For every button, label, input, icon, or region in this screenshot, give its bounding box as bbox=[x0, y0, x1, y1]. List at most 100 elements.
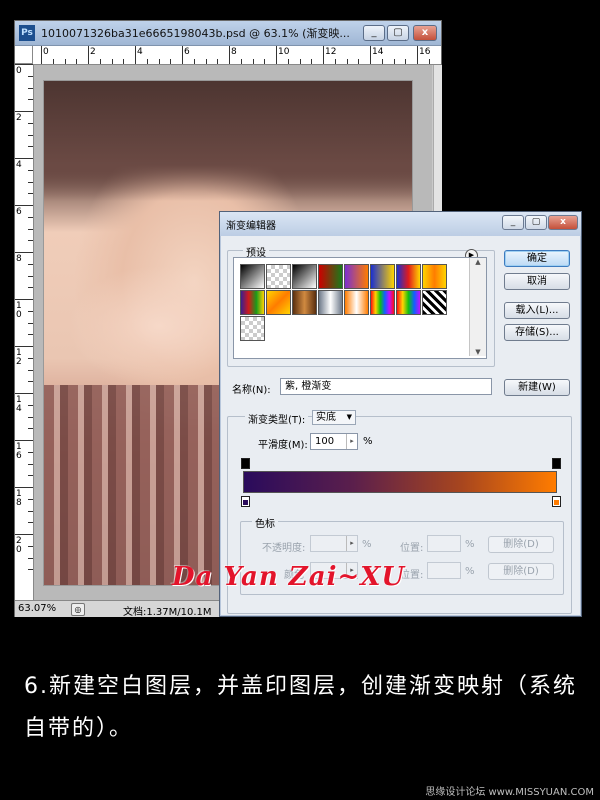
opacity-stop-left[interactable] bbox=[241, 458, 250, 469]
ruler-minor-tick bbox=[76, 59, 78, 64]
ruler-minor-tick bbox=[334, 59, 336, 64]
color-stop-right[interactable] bbox=[552, 496, 561, 507]
ruler-tick bbox=[15, 346, 33, 347]
delete-opacity-stop-button[interactable]: 删除(D) bbox=[488, 536, 554, 553]
opacity-input[interactable]: ▸ bbox=[310, 535, 358, 552]
ruler-minor-tick bbox=[28, 322, 33, 324]
ruler-tick-label: 4 bbox=[137, 47, 143, 57]
preset-swatch[interactable] bbox=[240, 316, 265, 341]
ruler-tick-label: 14 bbox=[372, 47, 384, 57]
ruler-minor-tick bbox=[28, 99, 33, 101]
preset-swatch[interactable] bbox=[344, 290, 369, 315]
ruler-minor-tick bbox=[252, 59, 254, 64]
ruler-minor-tick bbox=[28, 193, 33, 195]
preset-swatch[interactable] bbox=[318, 264, 343, 289]
ruler-tick-label: 6 bbox=[184, 47, 190, 57]
maximize-icon[interactable]: ▢ bbox=[525, 215, 547, 230]
document-titlebar[interactable]: Ps 1010071326ba31e6665198043b.psd @ 63.1… bbox=[15, 21, 441, 46]
close-icon[interactable]: x bbox=[413, 25, 437, 41]
ruler-tick bbox=[15, 158, 33, 159]
preset-swatch[interactable] bbox=[240, 290, 265, 315]
ruler-minor-tick bbox=[146, 59, 148, 64]
save-button[interactable]: 存储(S)... bbox=[504, 324, 570, 341]
ruler-minor-tick bbox=[28, 287, 33, 289]
ruler-tick-label: 10 bbox=[16, 301, 22, 320]
ruler-tick bbox=[229, 46, 230, 64]
preset-swatch[interactable] bbox=[344, 264, 369, 289]
preset-swatch[interactable] bbox=[396, 290, 421, 315]
ok-button[interactable]: 确定 bbox=[504, 250, 570, 267]
ruler-minor-tick bbox=[170, 59, 172, 64]
smoothness-input[interactable]: 100 ▸ bbox=[310, 433, 358, 450]
ruler-minor-tick bbox=[299, 59, 301, 64]
close-icon[interactable]: x bbox=[548, 215, 578, 230]
dialog-titlebar[interactable]: 渐变编辑器 _ ▢ x bbox=[220, 212, 581, 236]
ruler-tick-label: 10 bbox=[278, 47, 290, 57]
ruler-minor-tick bbox=[158, 59, 160, 64]
ruler-tick bbox=[41, 46, 42, 64]
preset-swatch[interactable] bbox=[422, 290, 447, 315]
color-stop-left[interactable] bbox=[241, 496, 250, 507]
opacity-location-input[interactable] bbox=[427, 535, 461, 552]
preset-scrollbar[interactable]: ▲ ▼ bbox=[469, 258, 486, 356]
maximize-icon[interactable]: ▢ bbox=[387, 25, 409, 41]
cancel-button[interactable]: 取消 bbox=[504, 273, 570, 290]
ruler-tick bbox=[15, 299, 33, 300]
ruler-tick-label: 14 bbox=[16, 395, 22, 414]
ruler-tick bbox=[323, 46, 324, 64]
load-button[interactable]: 载入(L)... bbox=[504, 302, 570, 319]
chevron-down-icon: ▼ bbox=[346, 413, 352, 421]
ruler-minor-tick bbox=[28, 381, 33, 383]
ruler-minor-tick bbox=[28, 146, 33, 148]
minimize-icon[interactable]: _ bbox=[502, 215, 524, 230]
vertical-ruler[interactable]: 0 2 4 6 8 10 12 14 16 18 20 bbox=[15, 64, 34, 601]
ruler-minor-tick bbox=[28, 334, 33, 336]
ruler-minor-tick bbox=[405, 59, 407, 64]
ruler-minor-tick bbox=[28, 404, 33, 406]
gradient-name-input[interactable]: 紫, 橙渐变 bbox=[280, 378, 492, 395]
gradient-type-select[interactable]: 实底 ▼ bbox=[312, 410, 356, 425]
ruler-minor-tick bbox=[193, 59, 195, 64]
ruler-tick-label: 20 bbox=[16, 536, 22, 555]
ruler-tick-label: 12 bbox=[325, 47, 337, 57]
status-menu-icon[interactable]: ◎ bbox=[71, 603, 85, 616]
ruler-tick-label: 16 bbox=[419, 47, 431, 57]
ruler-tick-label: 18 bbox=[16, 489, 22, 508]
minimize-icon[interactable]: _ bbox=[363, 25, 385, 41]
ruler-minor-tick bbox=[287, 59, 289, 64]
ruler-tick bbox=[182, 46, 183, 64]
name-label: 名称(N): bbox=[232, 385, 271, 396]
opacity-location-label: 位置: bbox=[400, 543, 424, 554]
ruler-minor-tick bbox=[264, 59, 266, 64]
ruler-minor-tick bbox=[28, 263, 33, 265]
horizontal-ruler[interactable]: 0 2 4 6 8 10 12 14 16 bbox=[33, 46, 441, 65]
chevron-right-icon[interactable]: ▸ bbox=[346, 536, 357, 551]
preset-swatch[interactable] bbox=[422, 264, 447, 289]
preset-swatch[interactable] bbox=[370, 290, 395, 315]
ruler-origin[interactable] bbox=[15, 46, 33, 64]
preset-swatch[interactable] bbox=[266, 290, 291, 315]
opacity-stop-right[interactable] bbox=[552, 458, 561, 469]
delete-color-stop-button[interactable]: 删除(D) bbox=[488, 563, 554, 580]
chevron-right-icon[interactable]: ▸ bbox=[346, 434, 357, 449]
ruler-tick bbox=[15, 64, 33, 65]
scroll-up-icon[interactable]: ▲ bbox=[470, 258, 486, 266]
preset-swatch[interactable] bbox=[266, 264, 291, 289]
preset-swatch[interactable] bbox=[292, 290, 317, 315]
ruler-minor-tick bbox=[28, 87, 33, 89]
preset-swatch[interactable] bbox=[370, 264, 395, 289]
color-location-input[interactable] bbox=[427, 562, 461, 579]
new-button[interactable]: 新建(W) bbox=[504, 379, 570, 396]
preset-swatch[interactable] bbox=[318, 290, 343, 315]
preset-swatch[interactable] bbox=[396, 264, 421, 289]
ruler-minor-tick bbox=[381, 59, 383, 64]
preset-swatch[interactable] bbox=[292, 264, 317, 289]
preset-swatch[interactable] bbox=[240, 264, 265, 289]
zoom-level[interactable]: 63.07% bbox=[18, 603, 56, 614]
ruler-minor-tick bbox=[28, 569, 33, 571]
document-title: 1010071326ba31e6665198043b.psd @ 63.1% (… bbox=[41, 27, 350, 40]
gradient-preview-bar[interactable] bbox=[243, 471, 557, 493]
author-signature-watermark: Da Yan Zai~XU bbox=[172, 562, 406, 592]
smoothness-percent: % bbox=[363, 436, 373, 447]
scroll-down-icon[interactable]: ▼ bbox=[470, 348, 486, 356]
